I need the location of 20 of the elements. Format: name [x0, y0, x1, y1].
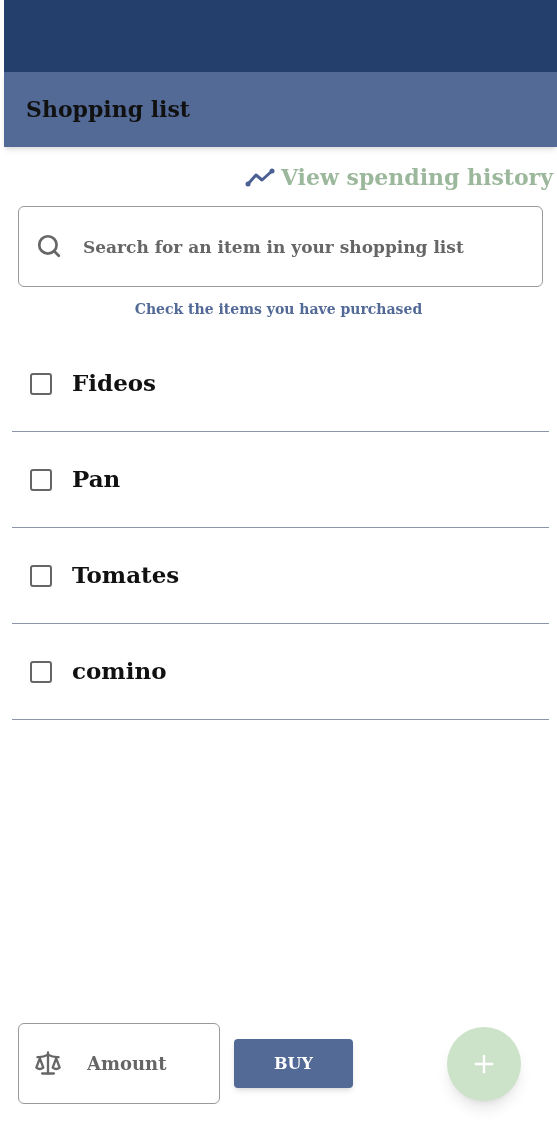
shopping-item[interactable]: Pan	[12, 432, 549, 528]
checkbox[interactable]	[30, 372, 52, 395]
item-name: comino	[72, 656, 167, 687]
checkbox[interactable]	[30, 660, 52, 683]
buy-button[interactable]: BUY	[234, 1039, 353, 1088]
line-chart-icon	[244, 167, 275, 188]
checkbox[interactable]	[30, 564, 52, 587]
shopping-item[interactable]: comino	[12, 624, 549, 720]
shopping-item[interactable]: Fideos	[12, 336, 549, 432]
amount-field[interactable]: Amount	[18, 1023, 220, 1104]
scale-icon	[34, 1049, 62, 1077]
checkbox[interactable]	[30, 468, 52, 491]
search-field[interactable]: Search for an item in your shopping list	[18, 206, 543, 287]
item-name: Fideos	[72, 368, 157, 399]
purchase-hint: Check the items you have purchased	[134, 300, 423, 319]
shopping-item[interactable]: Tomates	[12, 528, 549, 624]
search-icon	[36, 233, 62, 259]
item-name: Pan	[72, 464, 121, 495]
item-name: Tomates	[72, 560, 180, 591]
app-title: Shopping list	[26, 95, 190, 124]
